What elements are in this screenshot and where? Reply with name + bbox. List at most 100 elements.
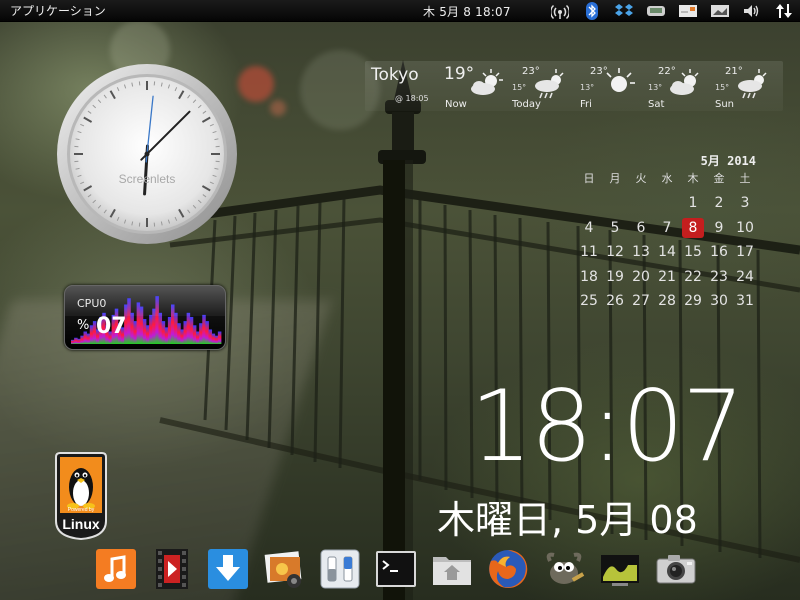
system-monitor-icon: [601, 555, 639, 586]
clock-brand-label: Screenlets: [118, 172, 176, 186]
cpu-history-bar: [183, 321, 188, 344]
calendar-day[interactable]: 22: [680, 269, 706, 285]
top-panel: アプリケーション 木 5月 8 18:07: [0, 0, 800, 22]
calendar-day[interactable]: 7: [654, 220, 680, 236]
dock-item-video[interactable]: [144, 544, 200, 594]
dock-item-downloads[interactable]: [200, 544, 256, 594]
dock-item-images[interactable]: [256, 544, 312, 594]
weekday-label: 月: [609, 172, 621, 185]
calendar-day[interactable]: 27: [628, 293, 654, 309]
cpu-history-bar: [86, 333, 91, 344]
calendar-week-row: 18 19 20 21 22 23 24: [576, 265, 762, 290]
cpu-history-bar: [189, 316, 194, 344]
cpu-history-bar: [71, 339, 75, 344]
applications-menu[interactable]: アプリケーション: [0, 2, 116, 19]
cpu-history-bar: [180, 329, 184, 344]
calendar-day[interactable]: 6: [628, 220, 654, 236]
cpu-history-bar: [149, 314, 153, 344]
mail-icon[interactable]: [678, 2, 698, 20]
cpu-history-bar: [208, 329, 213, 344]
cpu-history-bar: [130, 312, 134, 344]
dock-item-camera[interactable]: [648, 544, 704, 594]
cpu-history-bar: [167, 316, 172, 344]
rain-icon: [535, 69, 564, 99]
calendar-widget[interactable]: 5月 2014 日 月 火 水 木 金 土 1 2 3 4 5 6 7 8 9 10 11 12 13 1…: [576, 152, 762, 314]
calendar-day[interactable]: 20: [628, 269, 654, 285]
calendar-day[interactable]: 10: [732, 220, 758, 236]
transfer-icon[interactable]: [774, 2, 794, 20]
display-icon[interactable]: [710, 2, 730, 20]
cpu-monitor-widget[interactable]: CPU0 % 07: [64, 285, 226, 350]
calendar-day[interactable]: 23: [706, 269, 732, 285]
network-icon[interactable]: [646, 2, 666, 20]
calendar-day[interactable]: 30: [706, 293, 732, 309]
dock-item-system-monitor[interactable]: [592, 544, 648, 594]
dock-item-firefox[interactable]: [480, 544, 536, 594]
weather-widget[interactable]: Tokyo 19° @ 18:05 Now 23° 15° Today 23° …: [365, 61, 783, 111]
cpu-history-bar: [80, 335, 84, 344]
weekday-label: 日: [583, 172, 595, 185]
calendar-day[interactable]: 16: [706, 244, 732, 260]
calendar-week-row: 123: [576, 191, 762, 216]
bluetooth-icon[interactable]: [582, 2, 602, 20]
dock-item-terminal[interactable]: [368, 544, 424, 594]
tux-logo: Powered by Linux: [55, 452, 107, 541]
cpu-history-bar: [192, 325, 197, 344]
cpu-history-bar: [199, 323, 203, 344]
calendar-day[interactable]: 24: [732, 269, 758, 285]
calendar-day[interactable]: 1: [680, 195, 706, 211]
cpu-history-bar: [202, 314, 206, 344]
calendar-day[interactable]: 25: [576, 293, 602, 309]
calendar-day[interactable]: 19: [602, 269, 628, 285]
calendar-day[interactable]: 13: [628, 244, 654, 260]
dock-item-settings[interactable]: [312, 544, 368, 594]
calendar-day[interactable]: 26: [602, 293, 628, 309]
dock-item-music[interactable]: [88, 544, 144, 594]
volume-icon[interactable]: [742, 2, 762, 20]
camera-icon: [656, 555, 696, 584]
calendar-day-today[interactable]: 8: [682, 217, 704, 238]
calendar-day[interactable]: 2: [706, 195, 732, 211]
home-folder-icon: [433, 557, 471, 585]
wifi-icon[interactable]: [550, 2, 570, 20]
calendar-day[interactable]: 14: [654, 244, 680, 260]
calendar-day[interactable]: 28: [654, 293, 680, 309]
calendar-day[interactable]: 21: [654, 269, 680, 285]
weekday-label: 木: [687, 172, 699, 185]
calendar-day[interactable]: 18: [576, 269, 602, 285]
dock-item-gimp[interactable]: [536, 544, 592, 594]
calendar-day[interactable]: 29: [680, 293, 706, 309]
cpu-history-bar: [174, 312, 178, 344]
dropbox-icon[interactable]: [614, 2, 634, 20]
calendar-day[interactable]: 11: [576, 244, 602, 260]
cpu-history-bar: [133, 321, 138, 344]
cpu-usage-value: 07: [96, 314, 127, 339]
analog-clock-widget[interactable]: Screenlets: [55, 62, 239, 246]
calendar-day[interactable]: 4: [576, 220, 602, 236]
calendar-day[interactable]: 9: [706, 220, 732, 236]
calendar-day[interactable]: 31: [732, 293, 758, 309]
dock-item-home-folder[interactable]: [424, 544, 480, 594]
weather-day-name: Sun: [715, 99, 735, 110]
weather-city: Tokyo: [371, 65, 419, 85]
clock-center-cap: [144, 151, 150, 157]
weather-updated-time: @ 18:05: [395, 94, 429, 103]
weather-day-low: 13°: [648, 83, 663, 92]
calendar-day[interactable]: 12: [602, 244, 628, 260]
cpu-history-bar: [196, 331, 200, 344]
weather-day-name: Today: [512, 99, 541, 110]
video-player-icon: [156, 549, 188, 589]
calendar-month-title: 5月 2014: [700, 154, 756, 168]
calendar-day[interactable]: 15: [680, 244, 706, 260]
cpu-history-bar: [77, 338, 81, 344]
cpu-history-bar: [83, 331, 88, 344]
weekday-label: 水: [661, 172, 673, 185]
calendar-day[interactable]: 5: [602, 220, 628, 236]
weather-day-name: Fri: [580, 99, 592, 110]
panel-clock[interactable]: 木 5月 8 18:07: [423, 3, 511, 20]
calendar-day[interactable]: 17: [732, 244, 758, 260]
calendar-week-row: 25 26 27 28 29 30 31: [576, 289, 762, 314]
linux-powered-by: Powered by: [68, 507, 95, 513]
calendar-day[interactable]: 3: [732, 195, 758, 211]
weather-day-sun: 21° 15° Sun: [713, 61, 783, 111]
